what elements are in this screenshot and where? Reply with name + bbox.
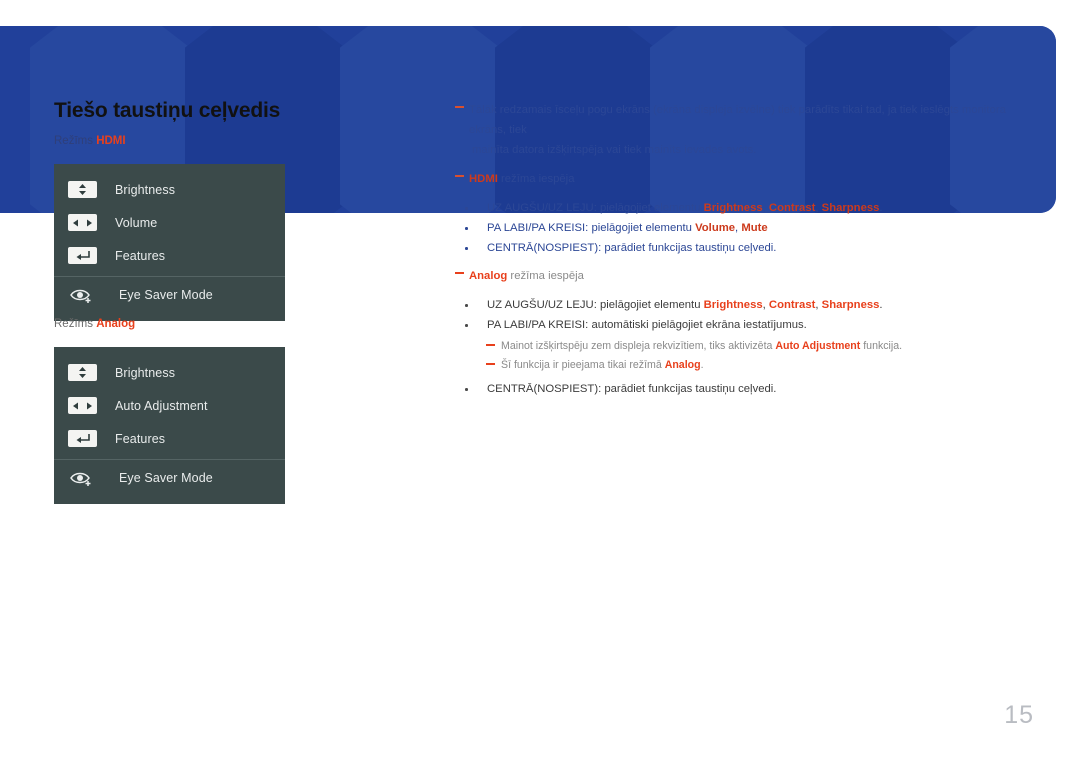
note-dash-icon — [455, 175, 464, 177]
note-dash-icon — [486, 363, 495, 365]
bullet-text-pre: PA LABI/PA KREISI: pielāgojiet elementu — [487, 222, 696, 234]
bullet-text: PA LABI/PA KREISI: automātiski pielāgoji… — [487, 319, 807, 331]
analog-heading-rest: režīma iespēja — [507, 270, 584, 282]
osd-item-label: Brightness — [115, 365, 176, 380]
osd-item-label: Volume — [115, 215, 158, 230]
analog-section-heading: Analog režīma iespēja — [455, 266, 1020, 286]
osd-menu-analog: Brightness Auto Adjustment Features Eye … — [54, 347, 285, 504]
bullet-dot-icon — [465, 207, 468, 210]
bullet-text-pre: UZ AUGŠU/UZ LEJU: pielāgojiet elementu — [487, 299, 704, 311]
note-dash-icon — [486, 344, 495, 346]
hdmi-heading-rest: režīma iespēja — [497, 173, 575, 185]
left-right-key-icon — [68, 214, 97, 231]
left-right-key-icon — [68, 397, 97, 414]
osd-item-label: Features — [115, 248, 166, 263]
osd-item-label: Features — [115, 431, 166, 446]
osd-item-label: Brightness — [115, 182, 176, 197]
mode-value: Analog — [96, 318, 136, 330]
osd-item-brightness[interactable]: Brightness — [54, 173, 285, 206]
subnote-post: . — [700, 359, 704, 371]
enter-key-icon — [68, 247, 97, 264]
subnote-post: funkcija. — [860, 340, 903, 352]
bullet-text: CENTRĀ(NOSPIEST): parādiet funkcijas tau… — [487, 242, 777, 254]
up-down-key-icon — [68, 181, 97, 198]
eye-saver-icon — [68, 285, 97, 304]
subnote-pre: Šī funkcija ir pieejama tikai režīmā — [501, 359, 665, 371]
keyword-contrast: Contrast — [768, 299, 816, 311]
bullet-dot-icon — [465, 304, 468, 307]
keyword-analog: Analog — [664, 359, 701, 371]
hdmi-bullet-updown: UZ AUGŠU/UZ LEJU: pielāgojiet elementu B… — [455, 198, 1020, 218]
notes-column: Tālāk redzamais īsceļu pogu ekrāns (ekrā… — [455, 100, 1020, 399]
bullet-dot-icon — [465, 247, 468, 250]
intro-note: Tālāk redzamais īsceļu pogu ekrāns (ekrā… — [455, 100, 1020, 160]
osd-item-label: Eye Saver Mode — [119, 470, 213, 485]
page-title: Tiešo taustiņu ceļvedis — [54, 99, 281, 122]
mode-prefix: Režīms — [54, 135, 93, 147]
osd-menu-hdmi: Brightness Volume Features Eye Saver Mod… — [54, 164, 285, 321]
osd-item-features[interactable]: Features — [54, 239, 285, 272]
bullet-dot-icon — [465, 227, 468, 230]
hdmi-heading-keyword: HDMI — [469, 173, 498, 185]
analog-bullet-leftright: PA LABI/PA KREISI: automātiski pielāgoji… — [455, 315, 1020, 335]
bullet-text-pre: UZ AUGŠU/UZ LEJU: pielāgojiet elementu — [487, 202, 704, 214]
analog-subnote-analog-only: Šī funkcija ir pieejama tikai režīmā Ana… — [455, 356, 1020, 375]
osd-item-features[interactable]: Features — [54, 422, 285, 455]
mode-label-analog: Režīms Analog — [54, 318, 135, 330]
eye-saver-icon — [68, 468, 97, 487]
intro-note-line2: mainīta datora izšķirtspēja vai tiek mai… — [472, 144, 757, 156]
analog-bullet-updown: UZ AUGŠU/UZ LEJU: pielāgojiet elementu B… — [455, 295, 1020, 315]
up-down-key-icon — [68, 364, 97, 381]
keyword-sharpness: Sharpness — [821, 299, 880, 311]
notes-over-banner: Tālāk redzamais īsceļu pogu ekrāns (ekrā… — [455, 100, 1020, 258]
keyword-mute: Mute — [741, 222, 768, 234]
keyword-contrast: Contrast — [768, 202, 816, 214]
osd-item-brightness[interactable]: Brightness — [54, 356, 285, 389]
mode-label-hdmi: Režīms HDMI — [54, 135, 126, 147]
mode-value: HDMI — [96, 135, 126, 147]
keyword-sharpness: Sharpness — [821, 202, 880, 214]
osd-item-label: Eye Saver Mode — [119, 287, 213, 302]
intro-note-line1: Tālāk redzamais īsceļu pogu ekrāns (ekrā… — [469, 104, 1006, 136]
osd-item-volume[interactable]: Volume — [54, 206, 285, 239]
mode-prefix: Režīms — [54, 318, 93, 330]
page-number: 15 — [1004, 701, 1034, 729]
hdmi-section-heading: HDMI režīma iespēja — [455, 169, 1020, 189]
osd-item-label: Auto Adjustment — [115, 398, 208, 413]
keyword-brightness: Brightness — [703, 202, 763, 214]
osd-item-eye-saver-mode[interactable]: Eye Saver Mode — [54, 276, 285, 312]
keyword-auto-adjustment: Auto Adjustment — [775, 340, 861, 352]
manual-page: Tiešo taustiņu ceļvedis Režīms HDMI Brig… — [0, 0, 1080, 763]
analog-bullet-center: CENTRĀ(NOSPIEST): parādiet funkcijas tau… — [455, 379, 1020, 399]
osd-item-auto-adjustment[interactable]: Auto Adjustment — [54, 389, 285, 422]
bullet-dot-icon — [465, 388, 468, 391]
bullet-dot-icon — [465, 324, 468, 327]
bullet-text-post: . — [879, 299, 883, 311]
enter-key-icon — [68, 430, 97, 447]
analog-subnote-auto-adjustment: Mainot izšķirtspēju zem displeja rekvizī… — [455, 337, 1020, 356]
note-dash-icon — [455, 272, 464, 274]
keyword-brightness: Brightness — [703, 299, 763, 311]
note-dash-icon — [455, 106, 464, 108]
osd-item-eye-saver-mode[interactable]: Eye Saver Mode — [54, 459, 285, 495]
bullet-text-post: . — [879, 202, 883, 214]
keyword-volume: Volume — [695, 222, 736, 234]
bullet-text: CENTRĀ(NOSPIEST): parādiet funkcijas tau… — [487, 383, 777, 395]
notes-on-white: Analog režīma iespēja UZ AUGŠU/UZ LEJU: … — [455, 266, 1020, 399]
hdmi-bullet-center: CENTRĀ(NOSPIEST): parādiet funkcijas tau… — [455, 238, 1020, 258]
hdmi-bullet-leftright: PA LABI/PA KREISI: pielāgojiet elementu … — [455, 218, 1020, 238]
subnote-pre: Mainot izšķirtspēju zem displeja rekvizī… — [501, 340, 776, 352]
analog-heading-keyword: Analog — [469, 270, 508, 282]
